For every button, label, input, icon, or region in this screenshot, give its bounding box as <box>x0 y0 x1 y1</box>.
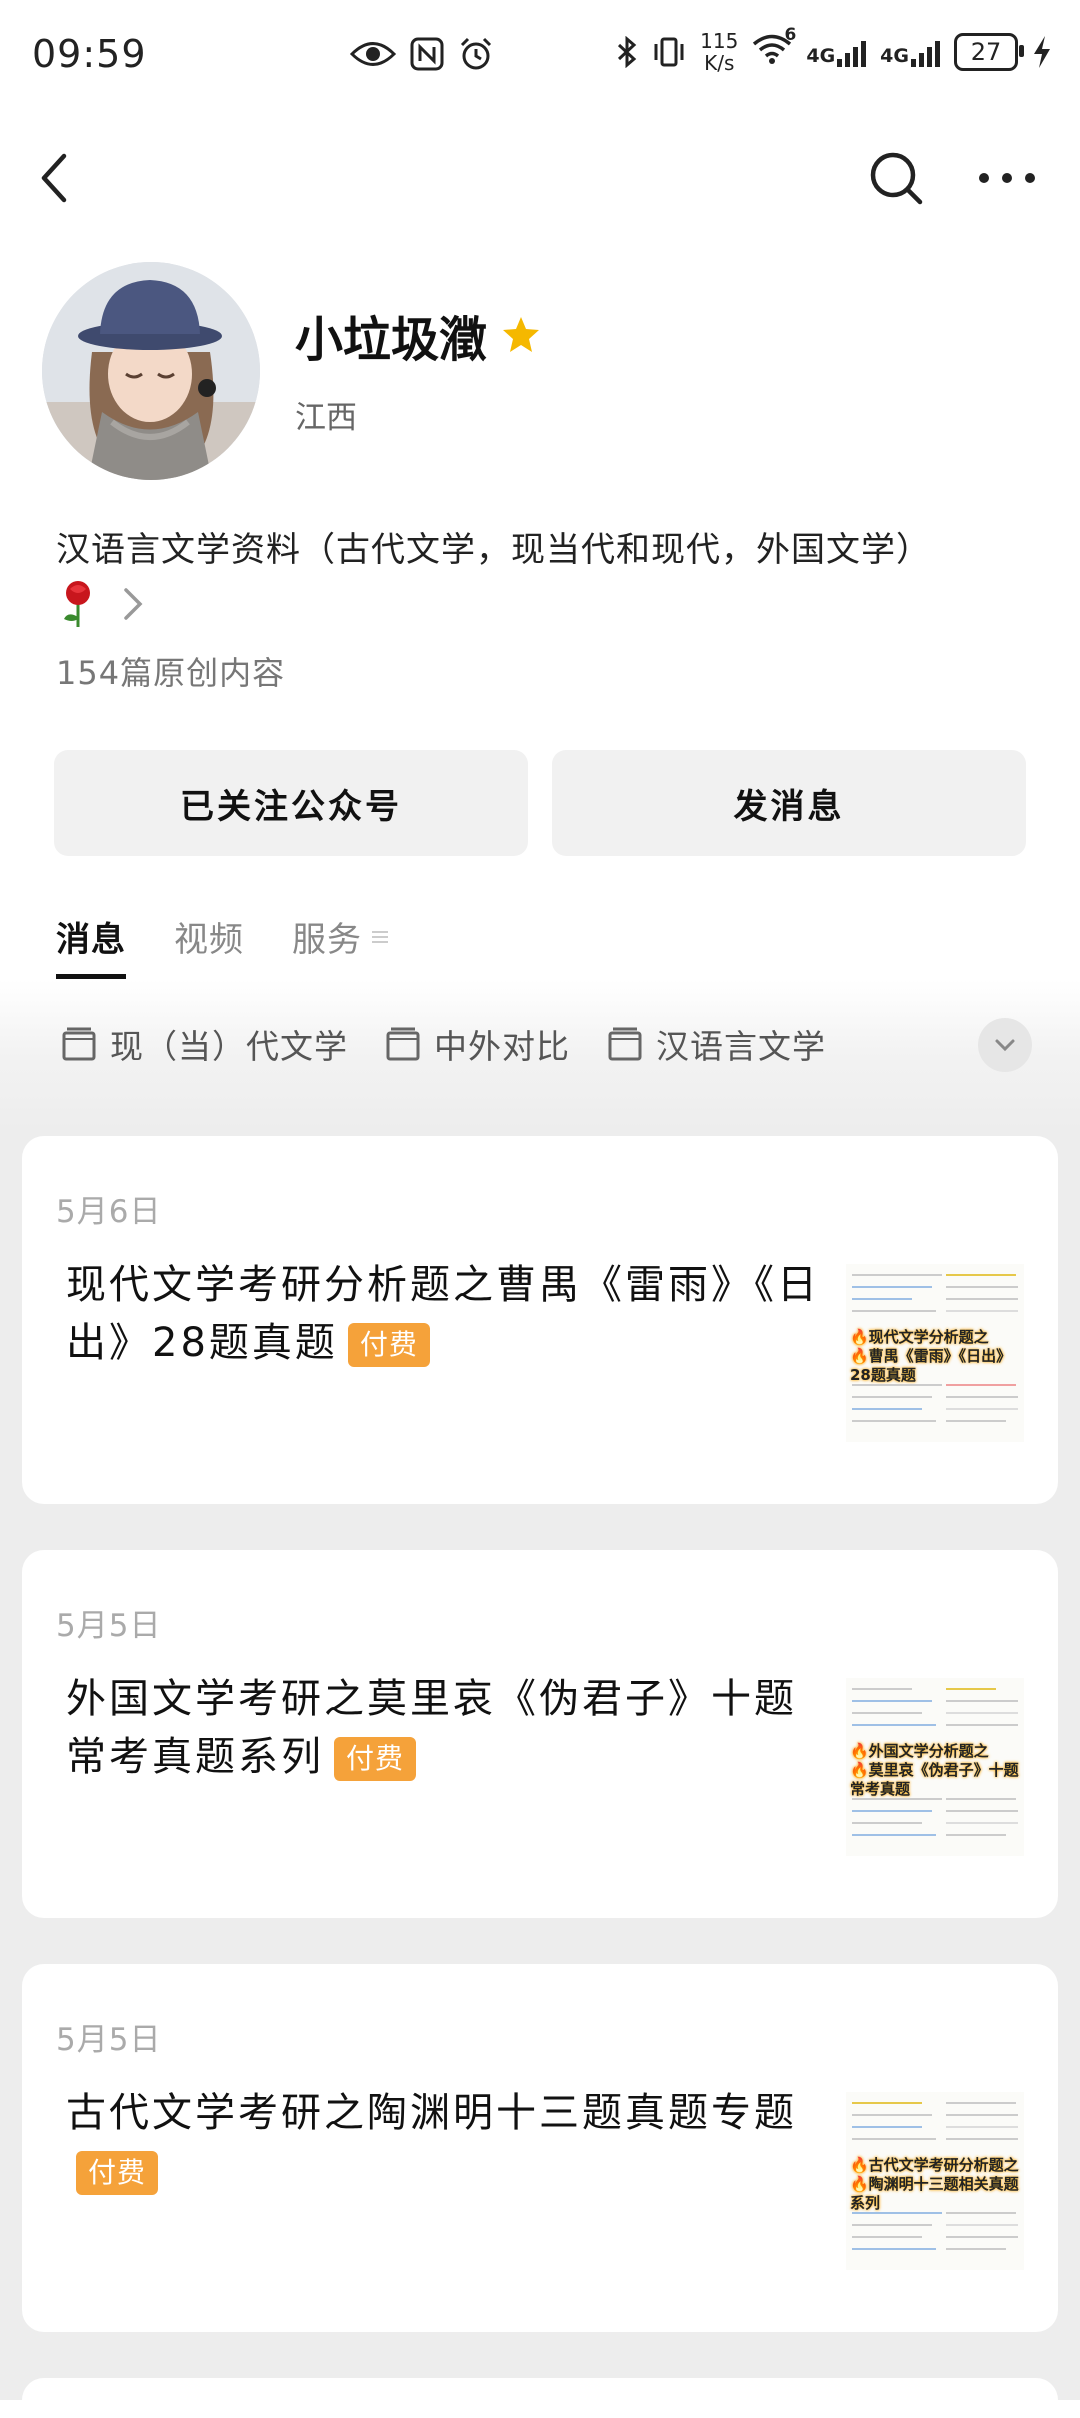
account-name-row: 小垃圾瀓 <box>295 300 541 370</box>
category-modern-literature[interactable]: 现（当）代文学 <box>62 1020 348 1068</box>
article-title: 古代文学考研之陶渊明十三题真题专题付费 <box>66 2084 836 2200</box>
paid-badge: 付费 <box>76 2151 159 2195</box>
article-thumbnail: 🔥现代文学分析题之 🔥曹禺《雷雨》《日出》28题真题 <box>846 1264 1024 1442</box>
paid-badge: 付费 <box>334 1737 417 1781</box>
article-title-text: 现代文学考研分析题之曹禺《雷雨》《日出》28题真题 <box>66 1262 820 1366</box>
battery-indicator: 27 <box>954 33 1024 71</box>
wifi-indicator: 6 <box>752 25 796 71</box>
tab-videos[interactable]: 视频 <box>174 912 244 979</box>
avatar-image <box>42 262 260 480</box>
article-thumbnail: 🔥外国文学分析题之 🔥莫里哀《伪君子》十题常考真题 <box>846 1678 1024 1856</box>
charging-icon <box>1034 36 1050 68</box>
article-card[interactable]: 5月5日 古代文学考研之陶渊明十三题真题专题付费 🔥古代文学考研分析题之 🔥陶渊… <box>22 1964 1058 2332</box>
alarm-icon <box>460 37 492 70</box>
folder-icon <box>608 1027 642 1061</box>
network-speed: 115 K/s <box>700 29 739 75</box>
article-title-text: 古代文学考研之陶渊明十三题真题专题 <box>66 2090 797 2136</box>
star-icon <box>503 317 540 352</box>
category-label: 现（当）代文学 <box>110 1027 348 1066</box>
article-title: 外国文学考研之莫里哀《伪君子》十题常考真题系列 付费 <box>66 1670 836 1786</box>
send-message-button[interactable]: 发消息 <box>552 750 1026 856</box>
followed-button[interactable]: 已关注公众号 <box>54 750 528 856</box>
article-card-partial[interactable] <box>22 2378 1058 2418</box>
article-title-text: 外国文学考研之莫里哀《伪君子》十题常考真题系列 <box>66 1676 797 1780</box>
article-date: 5月5日 <box>56 2022 162 2058</box>
category-bar: 现（当）代文学 中外对比 汉语言文学 <box>62 1020 826 1068</box>
tab-messages[interactable]: 消息 <box>56 912 126 979</box>
avatar[interactable] <box>42 262 260 480</box>
tab-bar: 消息 视频 服务 <box>56 912 390 979</box>
status-bar: 09:59 115 K/s 6 4G 4G 27 <box>0 0 1080 118</box>
location: 江西 <box>295 400 357 436</box>
category-chinese-literature[interactable]: 汉语言文学 <box>608 1020 826 1068</box>
expand-categories-button[interactable] <box>978 1018 1032 1072</box>
status-time: 09:59 <box>32 32 147 76</box>
search-icon <box>870 152 923 205</box>
thumbnail-caption: 🔥外国文学分析题之 🔥莫里哀《伪君子》十题常考真题 <box>850 1742 1019 1798</box>
nfc-icon <box>410 37 444 71</box>
signal-2: 4G <box>880 37 940 67</box>
eye-icon <box>350 42 396 66</box>
top-navbar <box>0 120 1080 240</box>
article-card[interactable]: 5月5日 外国文学考研之莫里哀《伪君子》十题常考真题系列 付费 🔥外国文学分析题之… <box>22 1550 1058 1918</box>
paid-badge: 付费 <box>347 1323 430 1367</box>
account-name: 小垃圾瀓 <box>295 312 488 368</box>
tab-services[interactable]: 服务 <box>292 912 390 979</box>
signal-1: 4G <box>806 37 867 67</box>
folder-icon <box>386 1027 420 1061</box>
article-count: 154篇原创内容 <box>56 654 286 692</box>
menu-icon <box>372 930 388 943</box>
more-horizontal-icon <box>979 173 1035 183</box>
category-label: 汉语言文学 <box>656 1027 826 1066</box>
search-button[interactable] <box>866 148 926 208</box>
thumbnail-caption: 🔥现代文学分析题之 🔥曹禺《雷雨》《日出》28题真题 <box>850 1328 1012 1384</box>
vibrate-icon <box>654 37 684 67</box>
back-button[interactable] <box>34 148 94 208</box>
chevron-left-icon <box>41 153 67 203</box>
folder-icon <box>62 1027 96 1061</box>
chevron-right-icon <box>124 588 143 620</box>
article-title: 现代文学考研分析题之曹禺《雷雨》《日出》28题真题 付费 <box>66 1256 836 1372</box>
rose-icon <box>64 581 90 627</box>
article-thumbnail: 🔥古代文学考研分析题之 🔥陶渊明十三题相关真题系列 <box>846 2092 1024 2270</box>
category-comparison[interactable]: 中外对比 <box>386 1020 570 1068</box>
bluetooth-icon <box>618 36 637 68</box>
description-more[interactable] <box>56 574 148 634</box>
thumbnail-caption: 🔥古代文学考研分析题之 🔥陶渊明十三题相关真题系列 <box>850 2156 1019 2212</box>
account-description: 汉语言文学资料（古代文学，现当代和现代，外国文学） <box>56 530 931 570</box>
more-button[interactable] <box>972 148 1042 208</box>
tab-services-label: 服务 <box>292 920 362 960</box>
chevron-down-icon <box>995 1039 1015 1052</box>
category-label: 中外对比 <box>434 1027 570 1066</box>
article-date: 5月6日 <box>56 1194 162 1230</box>
article-date: 5月5日 <box>56 1608 162 1644</box>
article-card[interactable]: 5月6日 现代文学考研分析题之曹禺《雷雨》《日出》28题真题 付费 🔥现代文学分析… <box>22 1136 1058 1504</box>
